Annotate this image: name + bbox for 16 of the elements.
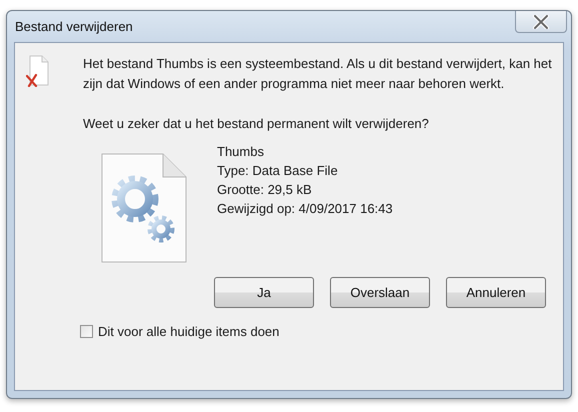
dialog-button[interactable]: Overslaan	[330, 277, 430, 308]
file-name: Thumbs	[217, 143, 265, 161]
file-detail: Grootte: 29,5 kB	[217, 181, 313, 199]
confirm-question: Weet u zeker dat u het bestand permanent wilt verwijderen?	[83, 115, 430, 133]
settings-file-icon	[101, 153, 187, 263]
dialog-button[interactable]: Annuleren	[446, 277, 546, 308]
close-icon	[532, 14, 550, 28]
deleted-file-icon	[26, 55, 50, 87]
file-detail: Gewijzigd op: 4/09/2017 16:43	[217, 200, 393, 218]
dialog-button[interactable]: Ja	[214, 277, 314, 308]
file-detail: Type: Data Base File	[217, 162, 339, 180]
warning-message: Het bestand Thumbs is een systeembestand. Als u dit bestand verwijdert, kan het zijn dat Windows of een ander programma niet meer naar behoren werkt.	[83, 55, 553, 93]
checkbox[interactable]	[80, 325, 93, 338]
window-title: Bestand verwijderen	[15, 19, 133, 34]
close-button[interactable]	[515, 11, 567, 33]
checkbox-label: Dit voor alle huidige items doen	[98, 324, 280, 339]
